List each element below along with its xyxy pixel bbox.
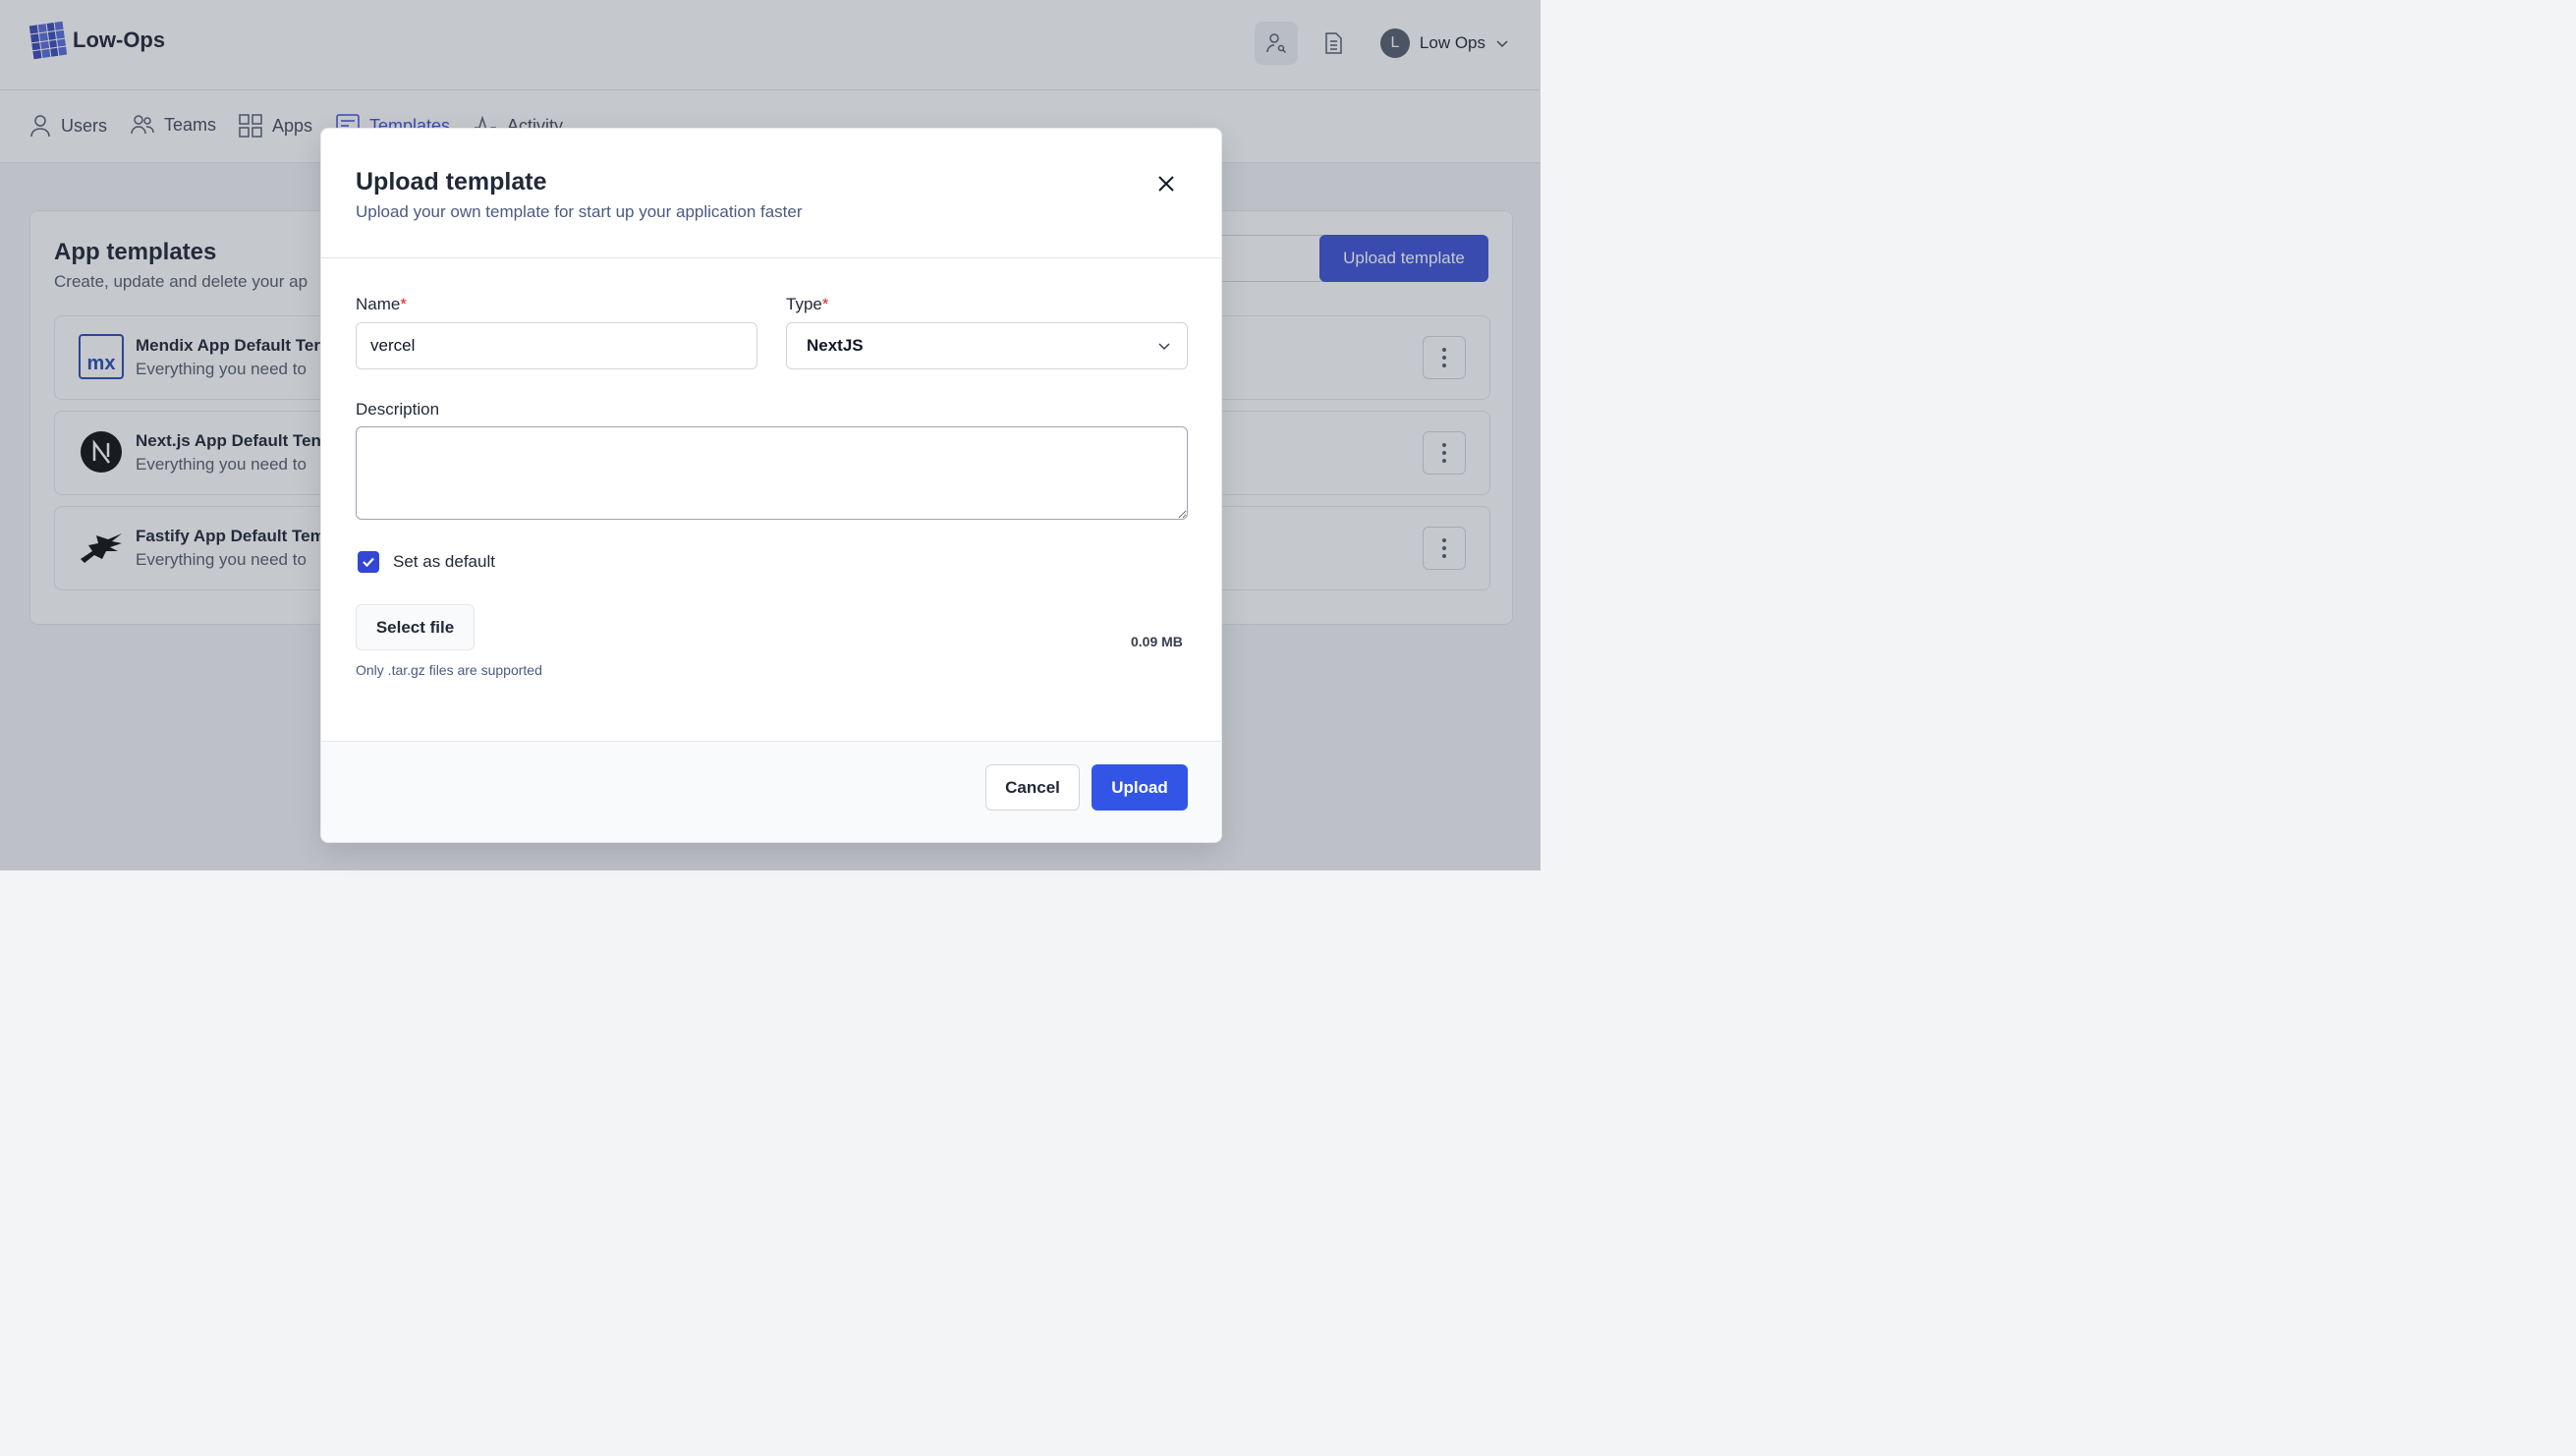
description-field[interactable]: [356, 426, 1188, 520]
modal-header: Upload template Upload your own template…: [321, 129, 1221, 258]
close-icon: [1158, 176, 1174, 192]
required-mark: *: [821, 295, 829, 313]
file-hint: Only .tar.gz files are supported: [356, 662, 542, 678]
required-mark: *: [400, 295, 407, 313]
chevron-down-icon: [1158, 343, 1170, 351]
file-size: 0.09 MB: [1131, 634, 1183, 649]
set-default-label[interactable]: Set as default: [393, 552, 495, 572]
modal-footer: Cancel Upload: [321, 741, 1221, 842]
upload-button[interactable]: Upload: [1092, 764, 1188, 811]
type-selected-value: NextJS: [807, 336, 864, 355]
name-label: Name*: [356, 295, 407, 313]
upload-template-modal: Upload template Upload your own template…: [320, 128, 1222, 843]
type-select[interactable]: NextJS: [786, 322, 1188, 369]
modal-subtitle: Upload your own template for start up yo…: [356, 202, 803, 221]
description-label: Description: [356, 400, 440, 419]
select-file-button[interactable]: Select file: [356, 604, 475, 650]
set-default-checkbox[interactable]: [358, 551, 379, 573]
close-button[interactable]: [1152, 170, 1180, 197]
checkmark-icon: [363, 557, 374, 568]
name-field[interactable]: [356, 322, 757, 369]
cancel-button[interactable]: Cancel: [985, 764, 1080, 811]
type-label: Type*: [786, 295, 829, 313]
modal-title: Upload template: [356, 168, 547, 196]
